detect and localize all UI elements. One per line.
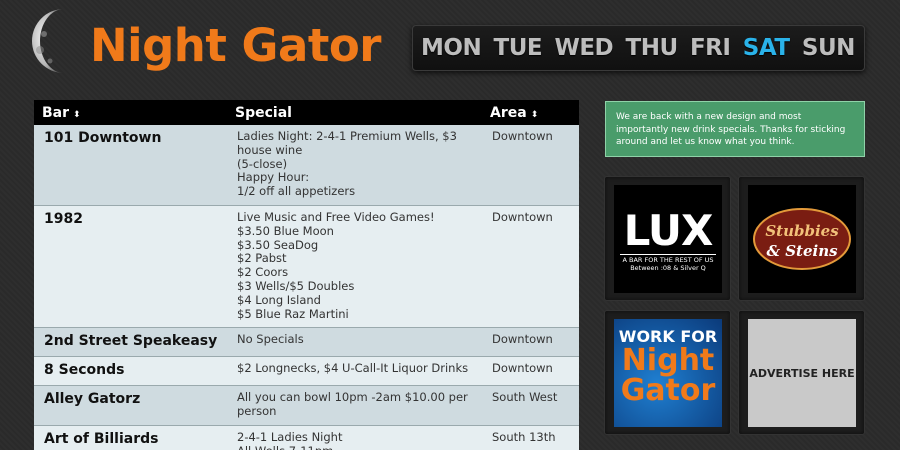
special-cell: All you can bowl 10pm -2am $10.00 per pe…: [227, 385, 482, 426]
bar-name-cell[interactable]: Art of Billiards: [34, 425, 227, 450]
table-row: Alley Gatorz All you can bowl 10pm -2am $…: [34, 385, 579, 426]
table-row: 1982 Live Music and Free Video Games! $3.5…: [34, 205, 579, 329]
area-cell: South West: [482, 385, 579, 426]
special-cell: 2-4-1 Ladies NightAll Wells 7-11pm: [227, 425, 482, 450]
svg-text:& Steins: & Steins: [766, 242, 838, 260]
area-cell: Downtown: [482, 327, 579, 358]
special-line: $2 Coors: [237, 265, 289, 280]
lux-ad-banner[interactable]: LUX A BAR FOR THE REST OF US Between :08…: [614, 185, 722, 293]
special-line: All you can bowl 10pm -2am $10.00 per pe…: [237, 390, 468, 419]
area-cell: Downtown: [482, 125, 579, 206]
stubbies-logo-icon: Stubbies & Steins: [753, 208, 851, 270]
ad-slot-work-for-us[interactable]: WORK FOR Night Gator: [604, 310, 731, 435]
special-line: Happy Hour:: [237, 170, 310, 185]
sort-icon: ⬍: [530, 109, 539, 120]
day-tab-sun[interactable]: SUN: [802, 35, 856, 61]
work-ad-brand-line1: Night: [621, 343, 715, 378]
advertise-here-banner[interactable]: ADVERTISE HERE: [748, 319, 856, 427]
bar-name-cell[interactable]: 8 Seconds: [34, 356, 227, 387]
special-line: $4 Long Island: [237, 292, 321, 307]
day-tab-thu[interactable]: THU: [626, 35, 679, 61]
special-line: $2 Pabst: [237, 251, 287, 266]
bar-name-cell[interactable]: Alley Gatorz: [34, 385, 227, 426]
column-header-area[interactable]: Area ⬍: [482, 100, 579, 125]
area-cell: Downtown: [482, 356, 579, 387]
stubbies-ad-banner[interactable]: Stubbies & Steins: [748, 185, 856, 293]
work-ad-brand-line2: Gator: [620, 373, 716, 408]
ad-slot-stubbies[interactable]: Stubbies & Steins: [738, 176, 865, 301]
special-line: All Wells 7-11pm: [237, 444, 474, 450]
special-line: No Specials: [237, 332, 304, 347]
special-line: $3.50 SeaDog: [237, 237, 319, 252]
lux-ad-title: LUX: [623, 206, 714, 255]
day-nav: MON TUE WED THU FRI SAT SUN: [412, 25, 865, 71]
column-header-bar[interactable]: Bar ⬍: [34, 100, 227, 125]
area-cell: South 13th: [482, 425, 579, 450]
day-tab-tue[interactable]: TUE: [494, 35, 543, 61]
day-tab-wed[interactable]: WED: [554, 35, 613, 61]
special-line: Ladies Night: 2-4-1 Premium Wells, $3 ho…: [237, 129, 457, 157]
special-line: $3 Wells/$5 Doubles: [237, 278, 355, 293]
svg-text:Stubbies: Stubbies: [765, 222, 839, 240]
special-cell: Ladies Night: 2-4-1 Premium Wells, $3 ho…: [227, 125, 482, 206]
special-line: (5-close): [237, 156, 288, 171]
bar-name-cell[interactable]: 1982: [34, 205, 227, 329]
moon-logo-icon: [32, 9, 64, 73]
ad-slot-advertise[interactable]: ADVERTISE HERE: [738, 310, 865, 435]
table-row: 8 Seconds $2 Longnecks, $4 U-Call-It Liqu…: [34, 356, 579, 387]
special-cell: Live Music and Free Video Games! $3.50 Bl…: [227, 205, 482, 329]
special-line: 1/2 off all appetizers: [237, 184, 356, 199]
advertise-here-label: ADVERTISE HERE: [749, 366, 855, 380]
day-tab-sat[interactable]: SAT: [743, 35, 790, 61]
ad-slot-lux[interactable]: LUX A BAR FOR THE REST OF US Between :08…: [604, 176, 731, 301]
special-cell: No Specials: [227, 327, 482, 358]
specials-table-container: Bar ⬍ Special Area ⬍ 101 Downtown Ladies Ni…: [34, 100, 579, 450]
special-line: $2 Longnecks, $4 U-Call-It Liquor Drinks: [237, 361, 469, 376]
bar-name-cell[interactable]: 101 Downtown: [34, 125, 227, 206]
lux-ad-tagline: A BAR FOR THE REST OF US Between :08 & S…: [620, 254, 716, 272]
sort-icon: ⬍: [73, 109, 81, 120]
special-line: 2-4-1 Ladies Night: [237, 429, 343, 444]
special-line: Live Music and Free Video Games!: [237, 209, 435, 224]
column-header-special: Special: [227, 100, 482, 125]
day-tab-fri[interactable]: FRI: [690, 35, 731, 61]
area-cell: Downtown: [482, 205, 579, 329]
announcement-notice: We are back with a new design and most i…: [605, 101, 865, 157]
bar-name-cell[interactable]: 2nd Street Speakeasy: [34, 327, 227, 358]
table-row: 2nd Street Speakeasy No Specials Downtown: [34, 327, 579, 358]
work-for-night-gator-banner[interactable]: WORK FOR Night Gator: [614, 319, 722, 427]
specials-table: Bar ⬍ Special Area ⬍ 101 Downtown Ladies Ni…: [34, 100, 579, 450]
special-line: $3.50 Blue Moon: [237, 223, 334, 238]
special-line: $5 Blue Raz Martini: [237, 306, 349, 321]
special-cell: $2 Longnecks, $4 U-Call-It Liquor Drinks: [227, 356, 482, 387]
table-row: Art of Billiards2-4-1 Ladies NightAll We…: [34, 425, 579, 450]
day-tab-mon[interactable]: MON: [421, 35, 482, 61]
site-logo[interactable]: Night Gator: [90, 16, 381, 76]
table-row: 101 Downtown Ladies Night: 2-4-1 Premium …: [34, 125, 579, 206]
